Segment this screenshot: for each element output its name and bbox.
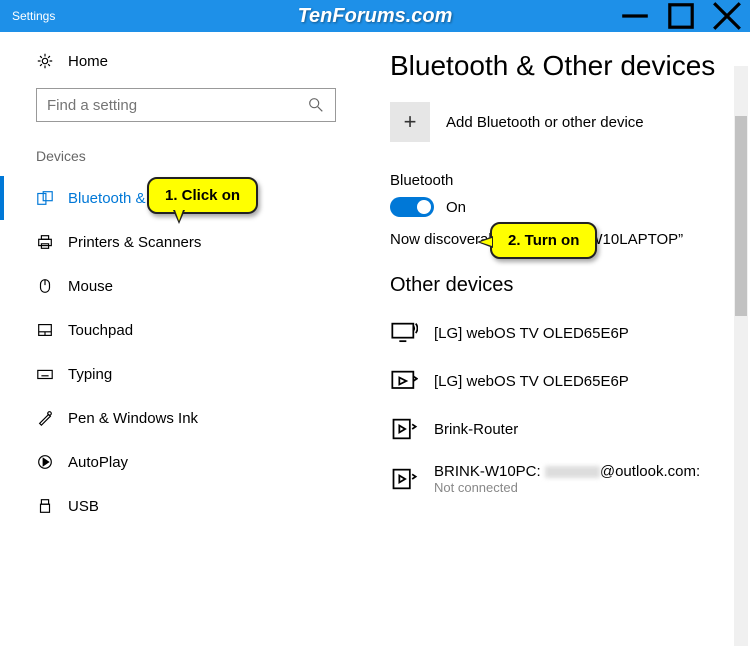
toggle-knob (417, 200, 431, 214)
device-item[interactable]: [LG] webOS TV OLED65E6P (390, 309, 730, 357)
device-name: Brink-Router (434, 421, 518, 438)
device-item[interactable]: [LG] webOS TV OLED65E6P (390, 357, 730, 405)
autoplay-icon (36, 453, 54, 471)
close-button[interactable] (704, 0, 750, 32)
other-devices-title: Other devices (390, 274, 730, 297)
device-status: Not connected (434, 480, 700, 495)
sidebar-item-typing[interactable]: Typing (0, 352, 350, 396)
bluetooth-toggle[interactable] (390, 197, 434, 217)
device-name: [LG] webOS TV OLED65E6P (434, 325, 629, 342)
pen-icon (36, 409, 54, 427)
minimize-button[interactable] (612, 0, 658, 32)
window-title: Settings (0, 9, 55, 23)
mouse-icon (36, 277, 54, 295)
sidebar-item-autoplay[interactable]: AutoPlay (0, 440, 350, 484)
sidebar-item-label: Typing (68, 366, 112, 383)
usb-icon (36, 497, 54, 515)
plus-icon: + (390, 102, 430, 142)
scrollbar[interactable] (734, 66, 748, 646)
search-icon (307, 96, 325, 114)
search-box[interactable] (36, 88, 336, 122)
sidebar-item-mouse[interactable]: Mouse (0, 264, 350, 308)
keyboard-icon (36, 365, 54, 383)
window-controls (612, 0, 750, 32)
media-device-icon (390, 415, 418, 443)
sidebar-item-label: Mouse (68, 278, 113, 295)
bluetooth-devices-icon (36, 189, 54, 207)
add-device-button[interactable]: + Add Bluetooth or other device (390, 102, 730, 142)
sidebar-item-touchpad[interactable]: Touchpad (0, 308, 350, 352)
printer-icon (36, 233, 54, 251)
home-link[interactable]: Home (36, 52, 350, 70)
content: Home Devices Bluetooth & Other devices P… (0, 32, 750, 618)
sidebar-item-printers[interactable]: Printers & Scanners (0, 220, 350, 264)
maximize-button[interactable] (658, 0, 704, 32)
titlebar: Settings TenForums.com (0, 0, 750, 32)
media-device-icon (390, 465, 418, 493)
callout-1: 1. Click on (147, 177, 258, 214)
home-label: Home (68, 53, 108, 70)
device-info: BRINK-W10PC: @outlook.com: Not connected (434, 463, 700, 495)
main-panel: Bluetooth & Other devices + Add Bluetoot… (350, 32, 750, 618)
bluetooth-toggle-state: On (446, 199, 466, 216)
device-item[interactable]: BRINK-W10PC: @outlook.com: Not connected (390, 453, 730, 505)
section-label: Devices (36, 148, 350, 164)
sidebar-item-label: Printers & Scanners (68, 234, 201, 251)
sidebar-item-label: USB (68, 498, 99, 515)
page-title: Bluetooth & Other devices (390, 50, 730, 82)
callout-2: 2. Turn on (490, 222, 597, 259)
sidebar: Home Devices Bluetooth & Other devices P… (0, 32, 350, 618)
sidebar-item-pen[interactable]: Pen & Windows Ink (0, 396, 350, 440)
device-item[interactable]: Brink-Router (390, 405, 730, 453)
watermark: TenForums.com (298, 5, 453, 28)
sidebar-item-label: Pen & Windows Ink (68, 410, 198, 427)
sidebar-item-label: AutoPlay (68, 454, 128, 471)
gear-icon (36, 52, 54, 70)
search-input[interactable] (47, 97, 307, 114)
touchpad-icon (36, 321, 54, 339)
scrollbar-thumb[interactable] (735, 116, 747, 316)
bluetooth-toggle-row: On (390, 197, 730, 217)
device-name: [LG] webOS TV OLED65E6P (434, 373, 629, 390)
bluetooth-label: Bluetooth (390, 172, 730, 189)
media-device-icon (390, 367, 418, 395)
sidebar-item-label: Touchpad (68, 322, 133, 339)
sidebar-item-usb[interactable]: USB (0, 484, 350, 528)
add-device-label: Add Bluetooth or other device (446, 114, 644, 131)
device-name: BRINK-W10PC: @outlook.com: (434, 463, 700, 480)
tv-icon (390, 319, 418, 347)
